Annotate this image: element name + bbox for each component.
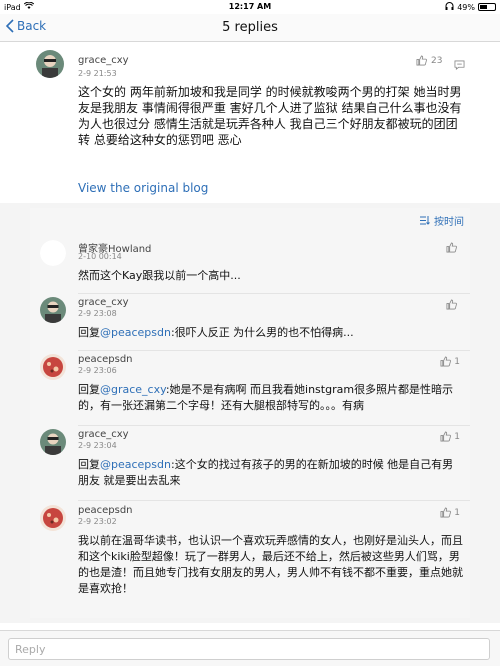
- divider: [78, 425, 470, 426]
- reply-timestamp: 2-10 00:14: [78, 252, 122, 261]
- comment-icon: [454, 60, 465, 70]
- post-body: 这个女的 两年前新加坡和我是同学 的时候就教唆两个男的打架 她当时男友是我朋友 …: [78, 85, 462, 147]
- reply-timestamp: 2-9 23:06: [78, 366, 117, 375]
- reply-mention[interactable]: @peacepsdn: [100, 326, 171, 339]
- avatar[interactable]: [40, 354, 66, 380]
- divider: [78, 500, 470, 501]
- battery-icon: [478, 3, 496, 11]
- reply-body: 回复@grace_cxy:她是不是有病啊 而且我看她instgram很多照片都是…: [78, 382, 463, 414]
- thumbs-up-icon: [416, 55, 427, 66]
- reply-text: :很吓人反正 为什么男的也不怕得病...: [170, 326, 354, 339]
- reply-prefix: 回复: [78, 458, 100, 471]
- reply-item: grace_cxy 2-9 23:08 回复@peacepsdn:很吓人反正 为…: [30, 297, 470, 351]
- battery-percent: 49%: [457, 2, 475, 12]
- post-comment-button[interactable]: [454, 55, 465, 74]
- reply-prefix: 回复: [78, 326, 100, 339]
- avatar[interactable]: [40, 240, 66, 266]
- reply-item: grace_cxy 2-9 23:04 1 回复@peacepsdn:这个女的找…: [30, 429, 470, 501]
- battery-fill: [480, 5, 487, 9]
- reply-input[interactable]: [8, 638, 490, 660]
- status-right: 49%: [445, 2, 496, 12]
- reply-timestamp: 2-9 23:04: [78, 441, 117, 450]
- reply-bar: [0, 630, 500, 666]
- reply-like-button[interactable]: [446, 242, 460, 253]
- reply-item: peacepsdn 2-9 23:02 1 我以前在温哥华读书，也认识一个喜欢玩…: [30, 505, 470, 617]
- status-bar: iPad 12:17 AM 49%: [0, 0, 500, 14]
- reply-like-button[interactable]: 1: [440, 356, 460, 367]
- reply-mention[interactable]: @grace_cxy: [100, 383, 166, 396]
- sort-label: 按时间: [434, 217, 464, 228]
- reply-timestamp: 2-9 23:02: [78, 517, 117, 526]
- divider: [78, 293, 470, 294]
- sort-by-time-button[interactable]: 按时间: [420, 213, 464, 228]
- reply-text: 我以前在温哥华读书，也认识一个喜欢玩弄感情的女人，也刚好是汕头人，而且和这个ki…: [78, 534, 463, 595]
- reply-item: 曾家豪Howland 2-10 00:14 然而这个Kay跟我以前一个高中...: [30, 240, 470, 294]
- thumbs-up-icon: [440, 431, 452, 442]
- sort-icon: [420, 216, 430, 225]
- thumbs-up-icon: [440, 507, 452, 518]
- reply-body: 回复@peacepsdn:这个女的找过有孩子的男的在新加坡的时候 他是自己有男朋…: [78, 457, 463, 489]
- reply-like-count: 1: [454, 356, 460, 367]
- avatar[interactable]: [40, 297, 66, 323]
- post-like-count: 23: [431, 55, 443, 66]
- reply-item: peacepsdn 2-9 23:06 1 回复@grace_cxy:她是不是有…: [30, 354, 470, 426]
- avatar[interactable]: [36, 50, 64, 78]
- reply-like-button[interactable]: 1: [440, 507, 460, 518]
- reply-timestamp: 2-9 23:08: [78, 309, 117, 318]
- reply-mention[interactable]: @peacepsdn: [100, 458, 171, 471]
- avatar[interactable]: [40, 505, 66, 531]
- avatar[interactable]: [40, 429, 66, 455]
- reply-like-button[interactable]: [446, 299, 460, 310]
- reply-username[interactable]: peacepsdn: [78, 354, 133, 365]
- thumbs-up-icon: [446, 242, 457, 253]
- view-original-blog-link[interactable]: View the original blog: [78, 181, 208, 195]
- post-username[interactable]: grace_cxy: [78, 55, 129, 66]
- reply-username[interactable]: peacepsdn: [78, 505, 133, 516]
- divider: [78, 350, 470, 351]
- reply-body: 我以前在温哥华读书，也认识一个喜欢玩弄感情的女人，也刚好是汕头人，而且和这个ki…: [78, 533, 463, 597]
- reply-prefix: 回复: [78, 383, 100, 396]
- status-time: 12:17 AM: [228, 2, 272, 11]
- post-like-button[interactable]: 23: [416, 55, 442, 66]
- navigation-bar: Back 5 replies: [0, 14, 500, 42]
- reply-username[interactable]: grace_cxy: [78, 429, 129, 440]
- reply-like-count: 1: [454, 507, 460, 518]
- reply-like-count: 1: [454, 431, 460, 442]
- reply-body: 然而这个Kay跟我以前一个高中...: [78, 268, 463, 284]
- post-timestamp: 2-9 21:53: [78, 69, 117, 78]
- headphones-icon: [445, 2, 454, 12]
- reply-username[interactable]: grace_cxy: [78, 297, 129, 308]
- reply-like-button[interactable]: 1: [440, 431, 460, 442]
- thumbs-up-icon: [440, 356, 452, 367]
- thumbs-up-icon: [446, 299, 457, 310]
- reply-text: 然而这个Kay跟我以前一个高中...: [78, 269, 241, 282]
- reply-body: 回复@peacepsdn:很吓人反正 为什么男的也不怕得病...: [78, 325, 463, 341]
- page-title: 5 replies: [222, 20, 278, 35]
